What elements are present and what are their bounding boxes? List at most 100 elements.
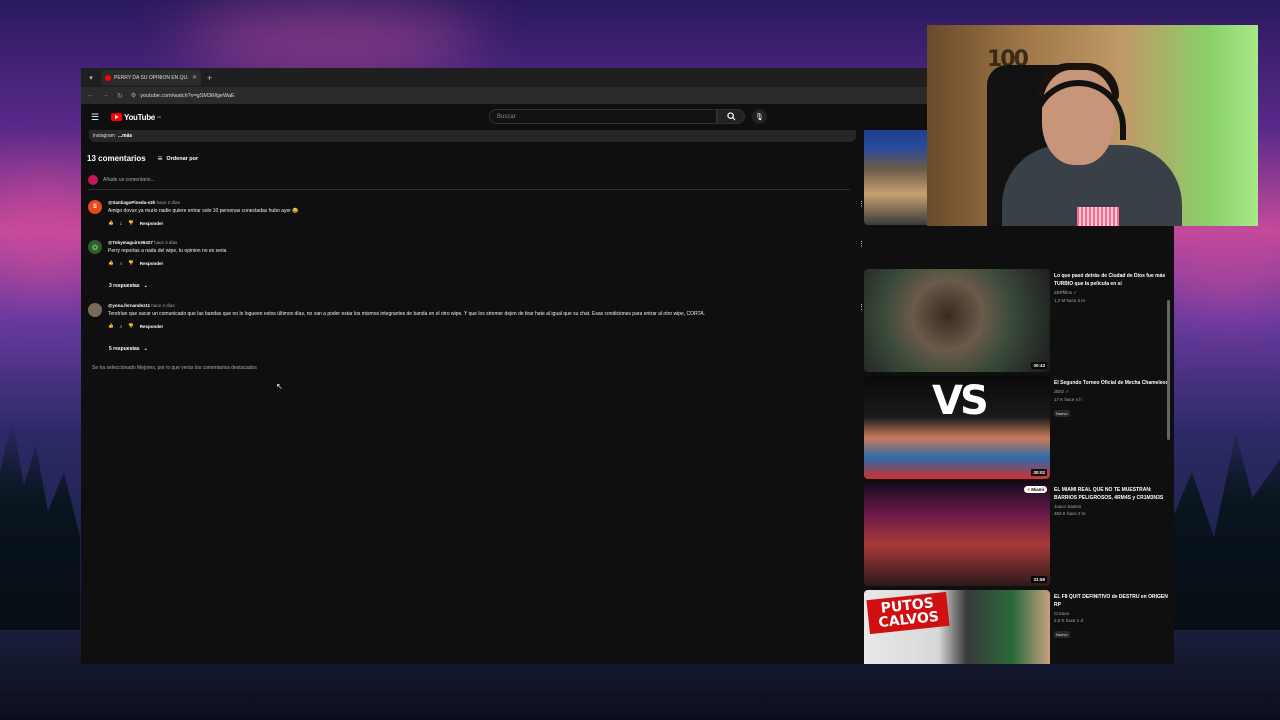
sky-glow-right <box>1180 230 1280 310</box>
like-count: 4 <box>119 323 123 329</box>
like-icon[interactable]: 👍 <box>108 220 114 226</box>
video-stats: 2,5 K hace 1 d <box>1054 618 1084 623</box>
video-thumbnail[interactable]: VS 30:02 <box>864 376 1050 479</box>
reply-button[interactable]: Responder <box>140 221 164 226</box>
channel-name[interactable]: Joaco Santos <box>1054 504 1169 509</box>
video-card[interactable]: VS 30:02 El Segundo Torneo Oficial de Me… <box>864 376 1169 479</box>
search-icon <box>726 112 736 121</box>
video-card[interactable]: 30:43 Lo que pasó detrás de Ciudad de Di… <box>864 269 1169 372</box>
dislike-icon[interactable]: 👎 <box>128 260 134 266</box>
webcam-overlay: 100 88 <box>927 25 1258 226</box>
chevron-down-icon: ⌄ <box>143 346 148 352</box>
sort-icon: ≡ <box>157 154 163 163</box>
like-icon[interactable]: 👍 <box>108 323 114 329</box>
video-stats: 1,2 M hace 3 m <box>1054 298 1086 303</box>
reload-icon[interactable]: ↻ <box>117 92 123 100</box>
channel-name[interactable]: zEtO ✓ <box>1054 389 1169 395</box>
youtube-logo[interactable]: YouTube AR <box>111 113 161 122</box>
commenter-avatar[interactable]: S <box>88 200 102 214</box>
search-button[interactable] <box>717 109 745 124</box>
comment-meta: @yona.fernandez11 hace 4 días <box>108 303 858 308</box>
like-icon[interactable]: 👍 <box>108 260 114 266</box>
reply-button[interactable]: Responder <box>140 261 164 266</box>
leaf-icon: ✿ <box>91 242 99 252</box>
video-thumbnail[interactable]: PUTOS CALVOS <box>864 590 1050 664</box>
add-comment-box[interactable]: Añade un comentario... <box>88 175 850 190</box>
country-code: AR <box>156 114 162 119</box>
site-info-icon[interactable]: ⚙ <box>131 92 136 99</box>
video-card[interactable]: ● Miami 31:59 EL MIAMI REAL QUE NO TE MU… <box>864 483 1169 586</box>
show-more-link[interactable]: ...más <box>118 133 132 139</box>
url-field[interactable]: ⚙ youtube.com/watch?v=gSM3iMgeWaE <box>131 92 235 100</box>
like-count: 1 <box>119 220 123 226</box>
comment-actions: 👍 4 👎 Responder <box>108 323 858 329</box>
rgb-keyboard <box>1077 207 1119 226</box>
location-tag-text: Miami <box>1031 487 1044 492</box>
mouse-cursor-icon: ↖ <box>276 382 283 391</box>
commenter-name[interactable]: @SantiagoPineda-s3h <box>108 200 155 205</box>
description-box[interactable]: instagram ...más <box>89 130 856 142</box>
reply-button[interactable]: Responder <box>140 324 164 329</box>
search-input[interactable]: Buscar <box>489 109 717 124</box>
thumbnail-text: PUTOS CALVOS <box>866 591 950 635</box>
description-text: instagram <box>93 133 115 139</box>
comment-actions: 👍 1 👎 Responder <box>108 220 858 226</box>
channel-name[interactable]: Cricavo <box>1054 611 1169 616</box>
dislike-icon[interactable]: 👎 <box>128 220 134 226</box>
thumbnail-text: VS <box>932 378 989 424</box>
comment-time[interactable]: hace 3 días <box>154 240 177 245</box>
tab-search-icon[interactable]: ▾ <box>85 72 97 84</box>
new-tab-icon[interactable]: + <box>207 73 212 83</box>
video-title[interactable]: Lo que pasó detrás de Ciudad de Dios fue… <box>1054 272 1169 288</box>
close-tab-icon[interactable]: ✕ <box>192 74 197 81</box>
commenter-avatar[interactable]: ✿ <box>88 240 102 254</box>
comment-time[interactable]: hace 2 días <box>157 200 180 205</box>
dislike-icon[interactable]: 👎 <box>128 323 134 329</box>
youtube-favicon-icon <box>105 74 111 81</box>
video-card[interactable]: PUTOS CALVOS EL F8 QUIT DEFINITIVO de DE… <box>864 590 1169 664</box>
replies-label: 5 respuestas <box>109 346 140 352</box>
comment-actions: 👍 4 👎 Responder <box>108 260 858 266</box>
new-badge: Nuevo <box>1054 410 1070 417</box>
comment-text: Tendrían que sacar un comunicado que las… <box>108 311 705 317</box>
video-stats: 17 K hace 4 h <box>1054 397 1082 402</box>
comment-item: S @SantiagoPineda-s3h hace 2 días Amigo … <box>88 200 865 226</box>
comments-header: 13 comentarios ≡ Ordenar por <box>87 154 198 163</box>
back-icon[interactable]: ← <box>87 92 94 99</box>
new-badge: Nuevo <box>1054 631 1070 638</box>
video-thumbnail[interactable]: 30:43 <box>864 269 1050 372</box>
view-replies-button[interactable]: 3 respuestas ⌄ <box>109 283 148 289</box>
sort-button[interactable]: ≡ Ordenar por <box>158 154 198 163</box>
video-stats: 363 K hace 2 m <box>1054 511 1086 516</box>
channel-name[interactable]: ZEPfilms ✓ <box>1054 290 1169 296</box>
youtube-logo-text: YouTube <box>124 112 155 122</box>
voice-search-button[interactable]: 🎙 <box>752 109 767 124</box>
sort-label: Ordenar por <box>166 155 199 162</box>
view-replies-button[interactable]: 5 respuestas ⌄ <box>109 346 148 352</box>
add-comment-placeholder: Añade un comentario... <box>103 177 155 183</box>
video-duration: 30:43 <box>1031 362 1047 369</box>
video-title[interactable]: EL F8 QUIT DEFINITIVO de DESTRU en ORIGE… <box>1054 593 1169 609</box>
video-title[interactable]: EL MIAMI REAL QUE NO TE MUESTRAN: BARRIO… <box>1054 486 1169 502</box>
menu-icon[interactable]: ☰ <box>91 112 101 123</box>
commenter-name[interactable]: @yona.fernandez11 <box>108 303 150 308</box>
commenter-avatar[interactable] <box>88 303 102 317</box>
comment-item: @yona.fernandez11 hace 4 días Tendrían q… <box>88 303 865 329</box>
forward-icon[interactable]: → <box>102 92 109 99</box>
comment-time[interactable]: hace 4 días <box>151 303 174 308</box>
video-thumbnail[interactable]: ● Miami 31:59 <box>864 483 1050 586</box>
video-title[interactable]: El Segundo Torneo Oficial de Mecha Chame… <box>1054 379 1169 387</box>
chevron-down-icon: ⌄ <box>143 283 148 289</box>
sidebar-scrollbar[interactable] <box>1167 300 1170 440</box>
replies-label: 3 respuestas <box>109 283 140 289</box>
url-text: youtube.com/watch?v=gSM3iMgeWaE <box>140 92 235 99</box>
tab-title: PERRY DA SU OPINIÓN EN QU... <box>114 74 189 81</box>
commenter-name[interactable]: @Tobymaguire36427 <box>108 240 153 245</box>
video-duration: 31:59 <box>1031 576 1047 583</box>
comment-meta: @Tobymaguire36427 hace 3 días <box>108 240 858 245</box>
browser-tab[interactable]: PERRY DA SU OPINIÓN EN QU... ✕ <box>101 70 201 85</box>
location-tag: ● Miami <box>1024 486 1047 493</box>
map-pin-icon: ● <box>1027 487 1030 492</box>
like-count: 4 <box>119 260 123 266</box>
sort-note: Se ha seleccionado Mejores, por lo que v… <box>92 365 257 371</box>
